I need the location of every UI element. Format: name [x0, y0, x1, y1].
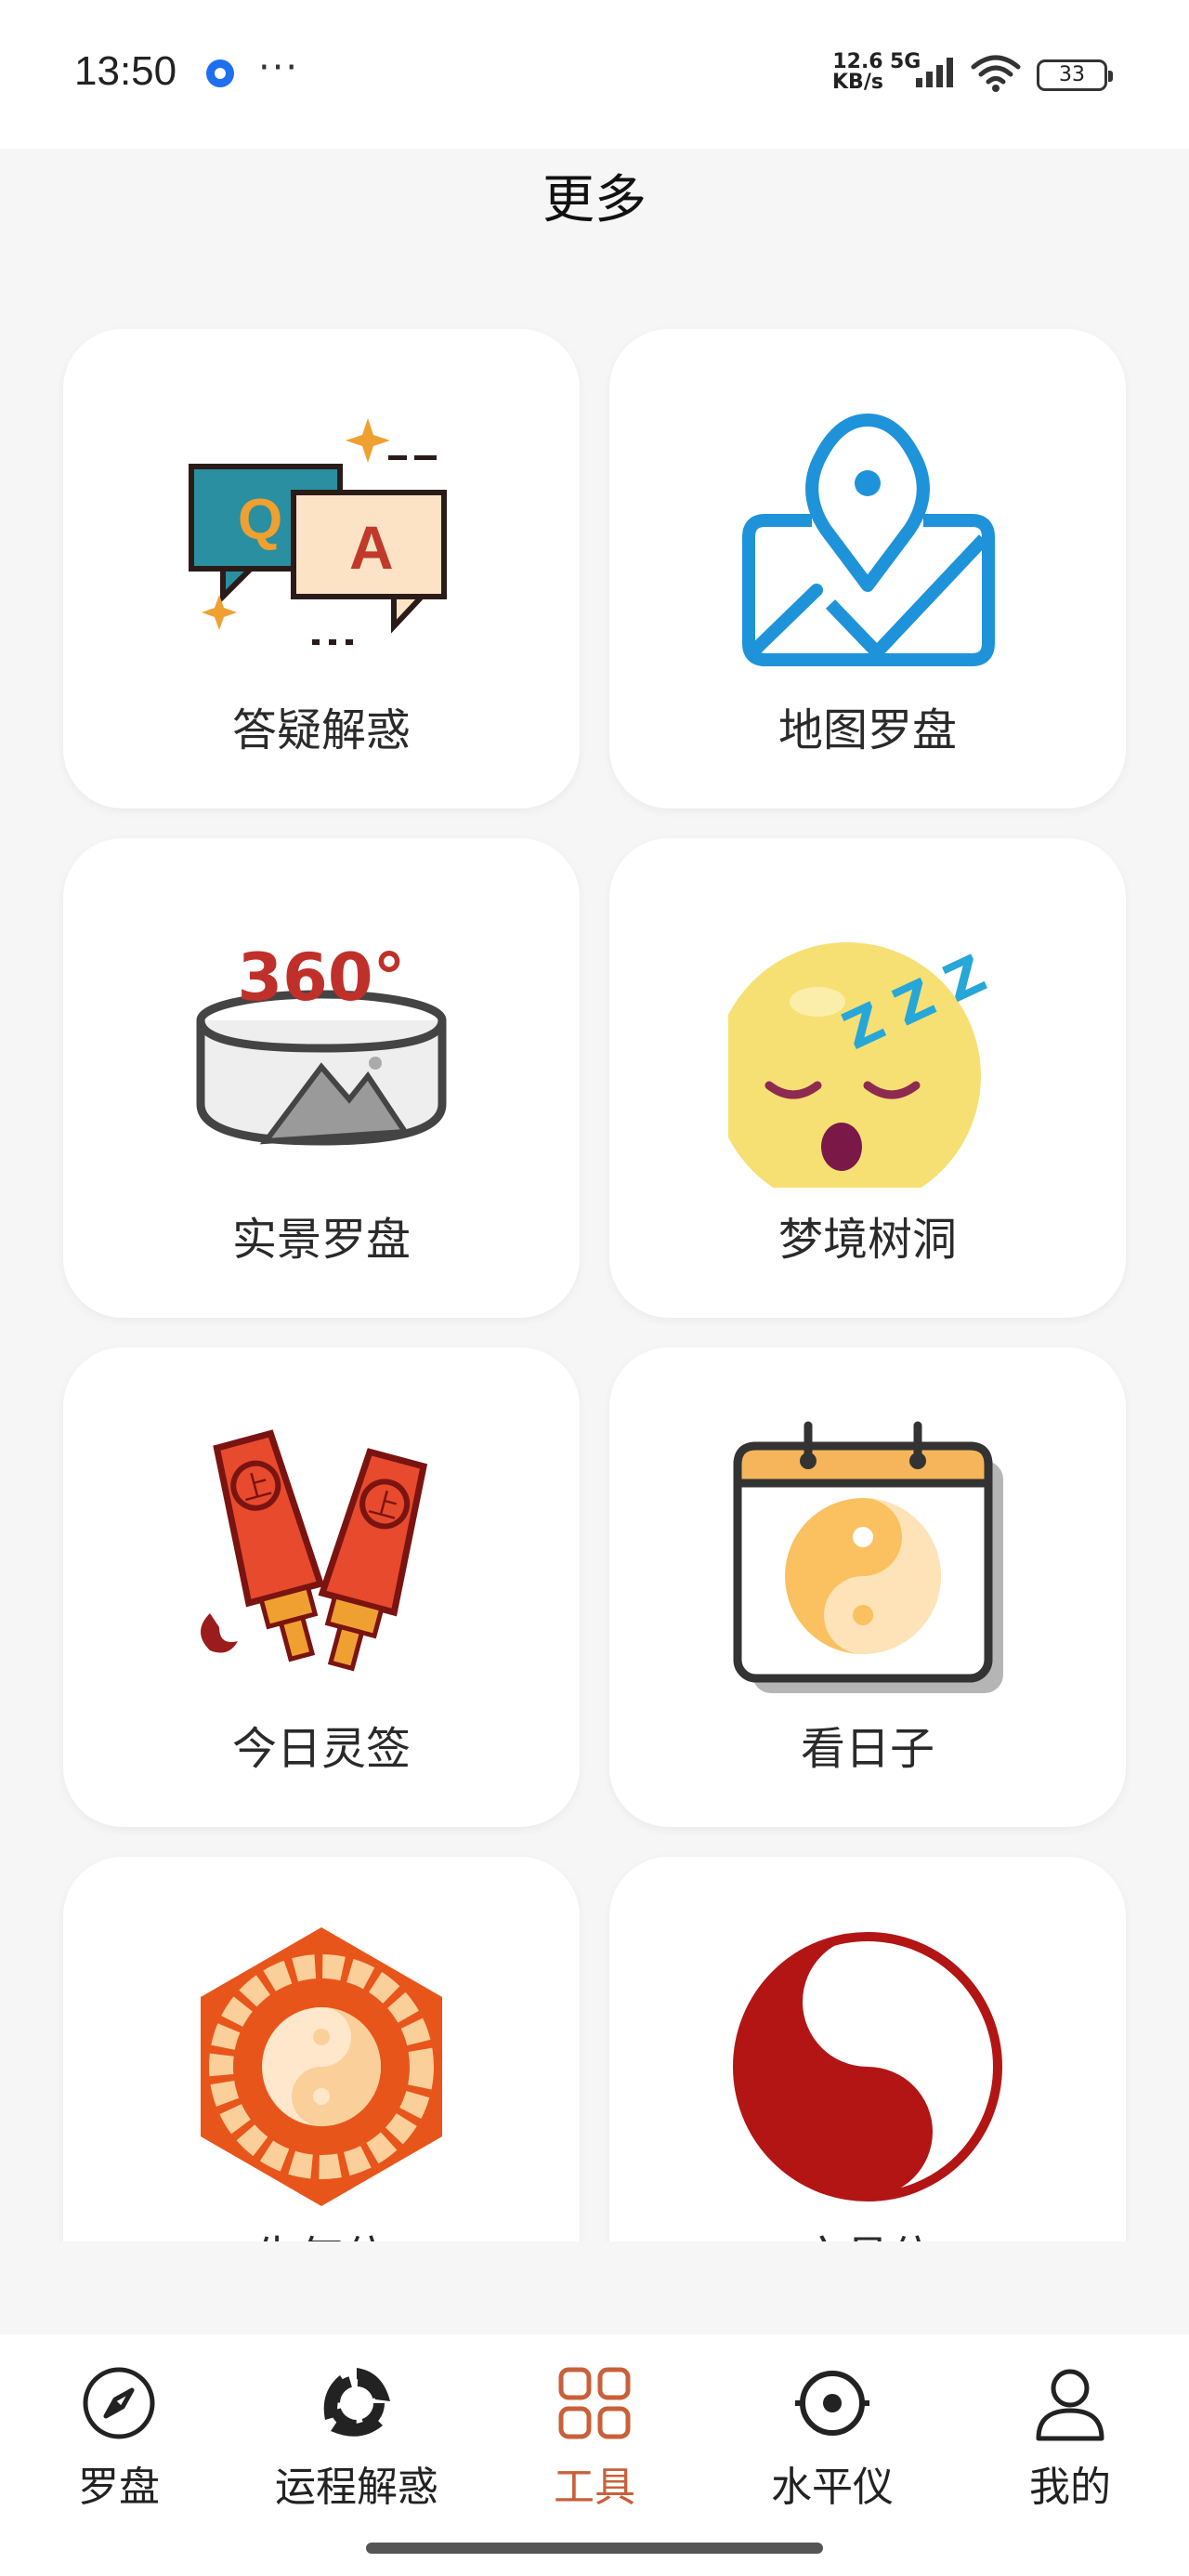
tool-card-fortune-sticks[interactable]: 上 上 今日灵签 [63, 1347, 580, 1827]
calendar-yinyang-icon [733, 1421, 1003, 1693]
level-icon [795, 2371, 869, 2436]
tool-label: 文昌位 [609, 2221, 1126, 2241]
svg-text:A: A [349, 513, 394, 582]
battery-level: 33 [1059, 63, 1085, 86]
tool-label: 今日灵签 [231, 1723, 411, 1775]
tool-card-wenchang[interactable]: 文昌位 [609, 1857, 1126, 2241]
app-notification-icon [206, 59, 234, 87]
panorama-360-text: 360° [237, 940, 405, 1016]
nav-label: 水平仪 [771, 2464, 894, 2511]
nav-item-profile[interactable]: 我的 [968, 2364, 1172, 2531]
nav-label: 我的 [1029, 2464, 1111, 2511]
net-speed-unit: KB/s [832, 71, 883, 94]
nav-item-tools[interactable]: 工具 [492, 2364, 697, 2531]
grid-icon [558, 2367, 631, 2439]
wifi-icon [971, 55, 1021, 92]
nav-item-compass[interactable]: 罗盘 [17, 2364, 221, 2531]
red-yinyang-icon [733, 1932, 1002, 2201]
tool-card-panorama[interactable]: 360° 实景罗盘 [63, 838, 580, 1318]
tool-card-bagua[interactable]: 生气位 [63, 1857, 580, 2241]
sleeping-face-icon: Z Z Z [728, 942, 995, 1188]
page-title: 更多 [542, 170, 647, 230]
nav-item-level[interactable]: 水平仪 [730, 2364, 934, 2531]
tool-label: 梦境树洞 [777, 1214, 957, 1266]
bagua-icon [201, 1927, 442, 2206]
nav-item-fortune[interactable]: 运程解惑 [255, 2364, 459, 2531]
tool-label: 实景罗盘 [231, 1214, 411, 1266]
signal-icon [916, 58, 953, 87]
compass-icon [83, 2367, 155, 2439]
map-pin-icon [742, 414, 995, 666]
net-speed-value: 12.6 [832, 50, 883, 73]
home-indicator[interactable] [366, 2543, 823, 2554]
bottom-nav: 罗盘 运程解惑 工具 水平仪 我的 [0, 2334, 1189, 2576]
tool-grid: Q A 答疑解惑 地图罗盘 360° 实景罗盘 Z Z Z 梦境树洞 上 上 今… [0, 269, 1189, 2241]
tool-label: 看日子 [800, 1723, 934, 1775]
tool-label: 生气位 [63, 2221, 580, 2241]
status-time: 13:50 [74, 48, 177, 94]
tool-card-qa[interactable]: Q A 答疑解惑 [63, 329, 580, 808]
battery-icon: 33 [1037, 59, 1113, 91]
qa-icon: Q A [189, 418, 447, 645]
tool-card-dream[interactable]: Z Z Z 梦境树洞 [609, 838, 1126, 1318]
fortune-swirl-icon [323, 2368, 390, 2437]
tool-label: 答疑解惑 [231, 704, 411, 756]
tool-label: 地图罗盘 [777, 704, 957, 756]
panorama-360-icon: 360° [196, 940, 447, 1146]
nav-label: 罗盘 [78, 2464, 160, 2511]
status-bar: 13:50 ··· 12.6 KB/s 5G 33 [0, 0, 1189, 149]
fortune-sticks-icon: 上 上 [201, 1429, 428, 1672]
profile-icon [1036, 2369, 1104, 2441]
nav-label: 运程解惑 [275, 2464, 438, 2511]
nav-label: 工具 [554, 2464, 635, 2511]
tool-card-calendar[interactable]: 看日子 [609, 1347, 1126, 1827]
tool-card-map-compass[interactable]: 地图罗盘 [609, 329, 1126, 808]
net-speed: 12.6 KB/s [832, 52, 883, 93]
svg-text:Q: Q [238, 488, 282, 552]
status-more: ··· [258, 46, 300, 89]
